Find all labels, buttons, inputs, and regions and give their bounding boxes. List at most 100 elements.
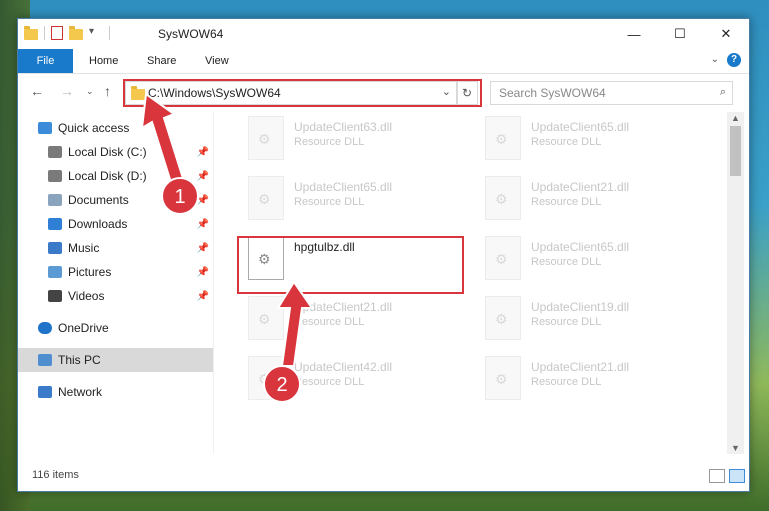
pictures-icon bbox=[48, 266, 62, 278]
window-title: SysWOW64 bbox=[158, 27, 224, 41]
file-item[interactable]: UpdateClient63.dll Resource DLL bbox=[242, 112, 467, 164]
network-icon bbox=[38, 386, 52, 398]
details-view-icon[interactable] bbox=[709, 469, 725, 483]
sidebar-item-label: Local Disk (C:) bbox=[68, 145, 147, 159]
sidebar-item-label: Downloads bbox=[68, 217, 128, 231]
file-name: UpdateClient65.dll bbox=[294, 180, 393, 194]
dll-file-icon bbox=[485, 296, 521, 340]
expand-ribbon-icon[interactable]: ⌄ bbox=[711, 54, 719, 65]
sidebar-item-label: Videos bbox=[68, 289, 105, 303]
item-count: 116 items bbox=[32, 469, 79, 481]
drive-icon bbox=[48, 170, 62, 182]
toolbar-separator bbox=[109, 26, 110, 40]
cloud-icon bbox=[38, 322, 52, 334]
forward-arrow-icon[interactable]: → bbox=[60, 83, 74, 99]
explorer-window: ▾ SysWOW64 — ☐ ✕ File Home Share View ⌄ … bbox=[17, 18, 750, 492]
sidebar-item-this-pc[interactable]: This PC bbox=[18, 348, 213, 372]
new-folder-icon[interactable] bbox=[69, 25, 83, 40]
file-item[interactable]: UpdateClient19.dll Resource DLL bbox=[479, 292, 704, 344]
dll-file-icon bbox=[485, 356, 521, 400]
search-input[interactable]: Search SysWOW64 ⌕ bbox=[490, 81, 733, 105]
tab-home[interactable]: Home bbox=[89, 49, 118, 73]
view-toggle bbox=[709, 469, 745, 483]
annotation-arrow-1: 1 bbox=[140, 88, 220, 221]
download-icon bbox=[48, 218, 62, 230]
sidebar-item-label: Quick access bbox=[58, 121, 130, 135]
file-type: Resource DLL bbox=[531, 376, 602, 388]
navigation-bar: ← → ⌄ ↑ C:\Windows\SysWOW64 ⌄ ↻ Search S… bbox=[18, 74, 749, 110]
dll-file-icon bbox=[485, 176, 521, 220]
tab-file[interactable]: File bbox=[18, 49, 73, 73]
file-item[interactable]: UpdateClient21.dll Resource DLL bbox=[479, 352, 704, 404]
annotation-arrow-2: 2 bbox=[258, 280, 338, 413]
star-icon bbox=[38, 122, 52, 134]
properties-icon[interactable] bbox=[51, 26, 63, 40]
file-type: Resource DLL bbox=[531, 256, 602, 268]
sidebar-item-label: This PC bbox=[58, 353, 101, 367]
sidebar-item-music[interactable]: Music 📌 bbox=[18, 236, 213, 260]
file-name: UpdateClient65.dll bbox=[531, 120, 630, 134]
scrollbar-thumb[interactable] bbox=[730, 126, 741, 176]
callout-number-1: 1 bbox=[174, 186, 185, 208]
file-item[interactable]: UpdateClient65.dll Resource DLL bbox=[479, 232, 704, 284]
sidebar-item-label: Music bbox=[68, 241, 100, 255]
file-type: Resource DLL bbox=[531, 316, 602, 328]
computer-icon bbox=[38, 354, 52, 366]
document-icon bbox=[48, 194, 62, 206]
help-icon[interactable]: ? bbox=[727, 53, 741, 67]
title-bar: ▾ SysWOW64 — ☐ ✕ bbox=[18, 19, 749, 49]
callout-number-2: 2 bbox=[276, 374, 287, 396]
file-name: UpdateClient19.dll bbox=[531, 300, 630, 314]
file-item[interactable]: UpdateClient65.dll Resource DLL bbox=[479, 112, 704, 164]
sidebar-item-label: Network bbox=[58, 385, 103, 399]
file-name: UpdateClient65.dll bbox=[531, 240, 630, 254]
pin-icon: 📌 bbox=[196, 242, 209, 254]
file-name: UpdateClient63.dll bbox=[294, 120, 393, 134]
dll-file-icon bbox=[485, 116, 521, 160]
folder-icon bbox=[24, 25, 38, 40]
window-controls: — ☐ ✕ bbox=[611, 19, 749, 49]
recent-locations-icon[interactable]: ⌄ bbox=[86, 86, 94, 97]
scroll-up-icon[interactable]: ▲ bbox=[731, 113, 740, 123]
customize-qat-icon[interactable]: ▾ bbox=[89, 26, 103, 40]
dll-file-icon bbox=[248, 176, 284, 220]
quick-access-toolbar: ▾ bbox=[24, 25, 110, 40]
status-bar: 116 items bbox=[18, 461, 749, 491]
sidebar-item-label: Local Disk (D:) bbox=[68, 169, 147, 183]
file-item[interactable]: UpdateClient21.dll Resource DLL bbox=[479, 172, 704, 224]
sidebar-item-label: Documents bbox=[68, 193, 129, 207]
scroll-down-icon[interactable]: ▼ bbox=[731, 443, 740, 453]
file-type: Resource DLL bbox=[294, 136, 365, 148]
file-type: Resource DLL bbox=[531, 136, 602, 148]
file-type: Resource DLL bbox=[531, 196, 602, 208]
toolbar-separator bbox=[44, 26, 45, 40]
pin-icon: 📌 bbox=[196, 290, 209, 302]
tab-view[interactable]: View bbox=[205, 49, 229, 73]
search-icon[interactable]: ⌕ bbox=[720, 86, 726, 99]
file-type: Resource DLL bbox=[294, 196, 365, 208]
sidebar-item-onedrive[interactable]: OneDrive bbox=[18, 316, 213, 340]
sidebar-item-network[interactable]: Network bbox=[18, 380, 213, 404]
video-icon bbox=[48, 290, 62, 302]
dll-file-icon bbox=[248, 116, 284, 160]
file-item[interactable]: UpdateClient65.dll Resource DLL bbox=[242, 172, 467, 224]
music-icon bbox=[48, 242, 62, 254]
drive-icon bbox=[48, 146, 62, 158]
file-name: UpdateClient21.dll bbox=[531, 360, 630, 374]
up-arrow-icon[interactable]: ↑ bbox=[104, 83, 111, 99]
dll-file-icon bbox=[485, 236, 521, 280]
minimize-icon[interactable]: — bbox=[611, 19, 657, 49]
tiles-view-icon[interactable] bbox=[729, 469, 745, 483]
sidebar-item-pictures[interactable]: Pictures 📌 bbox=[18, 260, 213, 284]
sidebar-item-label: OneDrive bbox=[58, 321, 109, 335]
pin-icon: 📌 bbox=[196, 266, 209, 278]
sidebar-item-videos[interactable]: Videos 📌 bbox=[18, 284, 213, 308]
close-icon[interactable]: ✕ bbox=[703, 19, 749, 49]
back-arrow-icon[interactable]: ← bbox=[30, 83, 44, 99]
maximize-icon[interactable]: ☐ bbox=[657, 19, 703, 49]
file-name: UpdateClient21.dll bbox=[531, 180, 630, 194]
ribbon-tabs: File Home Share View ⌄ ? bbox=[18, 49, 749, 74]
vertical-scrollbar[interactable]: ▲ ▼ bbox=[727, 112, 744, 454]
tab-share[interactable]: Share bbox=[147, 49, 176, 73]
search-placeholder: Search SysWOW64 bbox=[499, 86, 606, 100]
